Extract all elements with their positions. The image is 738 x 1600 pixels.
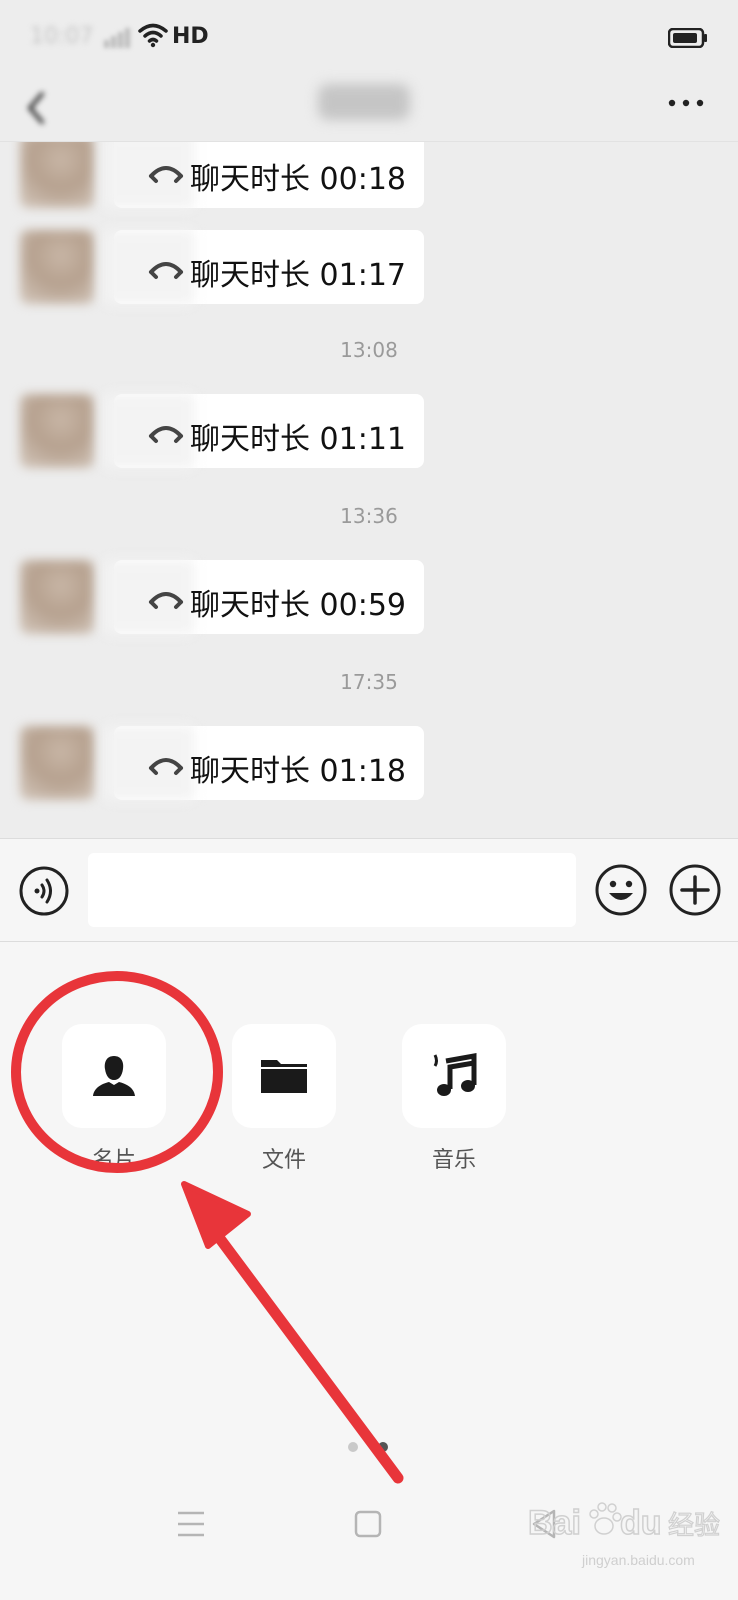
page-indicator-dot-active[interactable] — [378, 1442, 388, 1452]
message-row: 聊天时长 01:18 — [0, 726, 738, 800]
voice-call-icon — [149, 592, 183, 609]
file-button[interactable] — [232, 1024, 336, 1128]
call-duration-text: 聊天时长 00:59 — [190, 588, 406, 623]
chat-title — [318, 84, 410, 120]
voice-call-icon — [149, 758, 183, 775]
signal-icon — [104, 28, 130, 48]
home-icon[interactable] — [354, 1510, 382, 1538]
timestamp: 13:36 — [340, 504, 398, 528]
message-row: 聊天时长 00:59 — [0, 560, 738, 634]
wifi-icon — [138, 23, 168, 48]
chat-area[interactable]: 聊天时长 00:18 聊天时长 01:17 13:08 聊天时长 01:11 1… — [0, 142, 738, 838]
message-row: 聊天时长 00:18 — [0, 142, 738, 208]
battery-icon — [668, 28, 707, 48]
network-label: HD — [172, 24, 209, 49]
chat-header — [0, 72, 738, 142]
status-bar: 10:07 HD — [0, 0, 738, 72]
contact-card-button[interactable] — [62, 1024, 166, 1128]
message-row: 聊天时长 01:17 — [0, 230, 738, 304]
timestamp: 17:35 — [340, 670, 398, 694]
message-input[interactable] — [88, 853, 576, 927]
emoji-icon[interactable] — [594, 863, 648, 917]
avatar[interactable] — [20, 394, 94, 468]
music-note-icon — [433, 1053, 477, 1096]
menu-icon[interactable] — [176, 1510, 206, 1538]
call-duration-text: 聊天时长 01:17 — [190, 258, 406, 293]
more-horizontal-icon[interactable] — [668, 96, 704, 110]
attachment-panel: 名片 文件 音乐 — [0, 942, 738, 1480]
avatar[interactable] — [20, 230, 94, 304]
call-duration-text: 聊天时长 00:18 — [190, 162, 406, 197]
avatar[interactable] — [20, 726, 94, 800]
voice-icon[interactable] — [18, 865, 70, 917]
music-button[interactable] — [402, 1024, 506, 1128]
status-time: 10:07 — [30, 24, 94, 49]
avatar[interactable] — [20, 142, 94, 208]
system-nav-bar — [0, 1480, 738, 1600]
contact-card-label: 名片 — [91, 1148, 136, 1173]
music-label: 音乐 — [431, 1148, 476, 1173]
person-icon — [93, 1056, 135, 1096]
voice-call-icon — [149, 262, 183, 279]
voice-call-icon — [149, 166, 183, 183]
avatar[interactable] — [20, 560, 94, 634]
page-indicator-dot[interactable] — [348, 1442, 358, 1452]
call-duration-text: 聊天时长 01:11 — [190, 422, 406, 457]
timestamp: 13:08 — [340, 338, 398, 362]
message-row: 聊天时长 01:11 — [0, 394, 738, 468]
back-triangle-icon[interactable] — [530, 1508, 558, 1540]
voice-call-icon — [149, 426, 183, 443]
call-duration-text: 聊天时长 01:18 — [190, 754, 406, 789]
back-icon[interactable] — [22, 88, 52, 128]
folder-icon — [261, 1060, 307, 1093]
plus-icon[interactable] — [668, 863, 722, 917]
input-bar — [0, 838, 738, 942]
file-label: 文件 — [261, 1148, 306, 1173]
